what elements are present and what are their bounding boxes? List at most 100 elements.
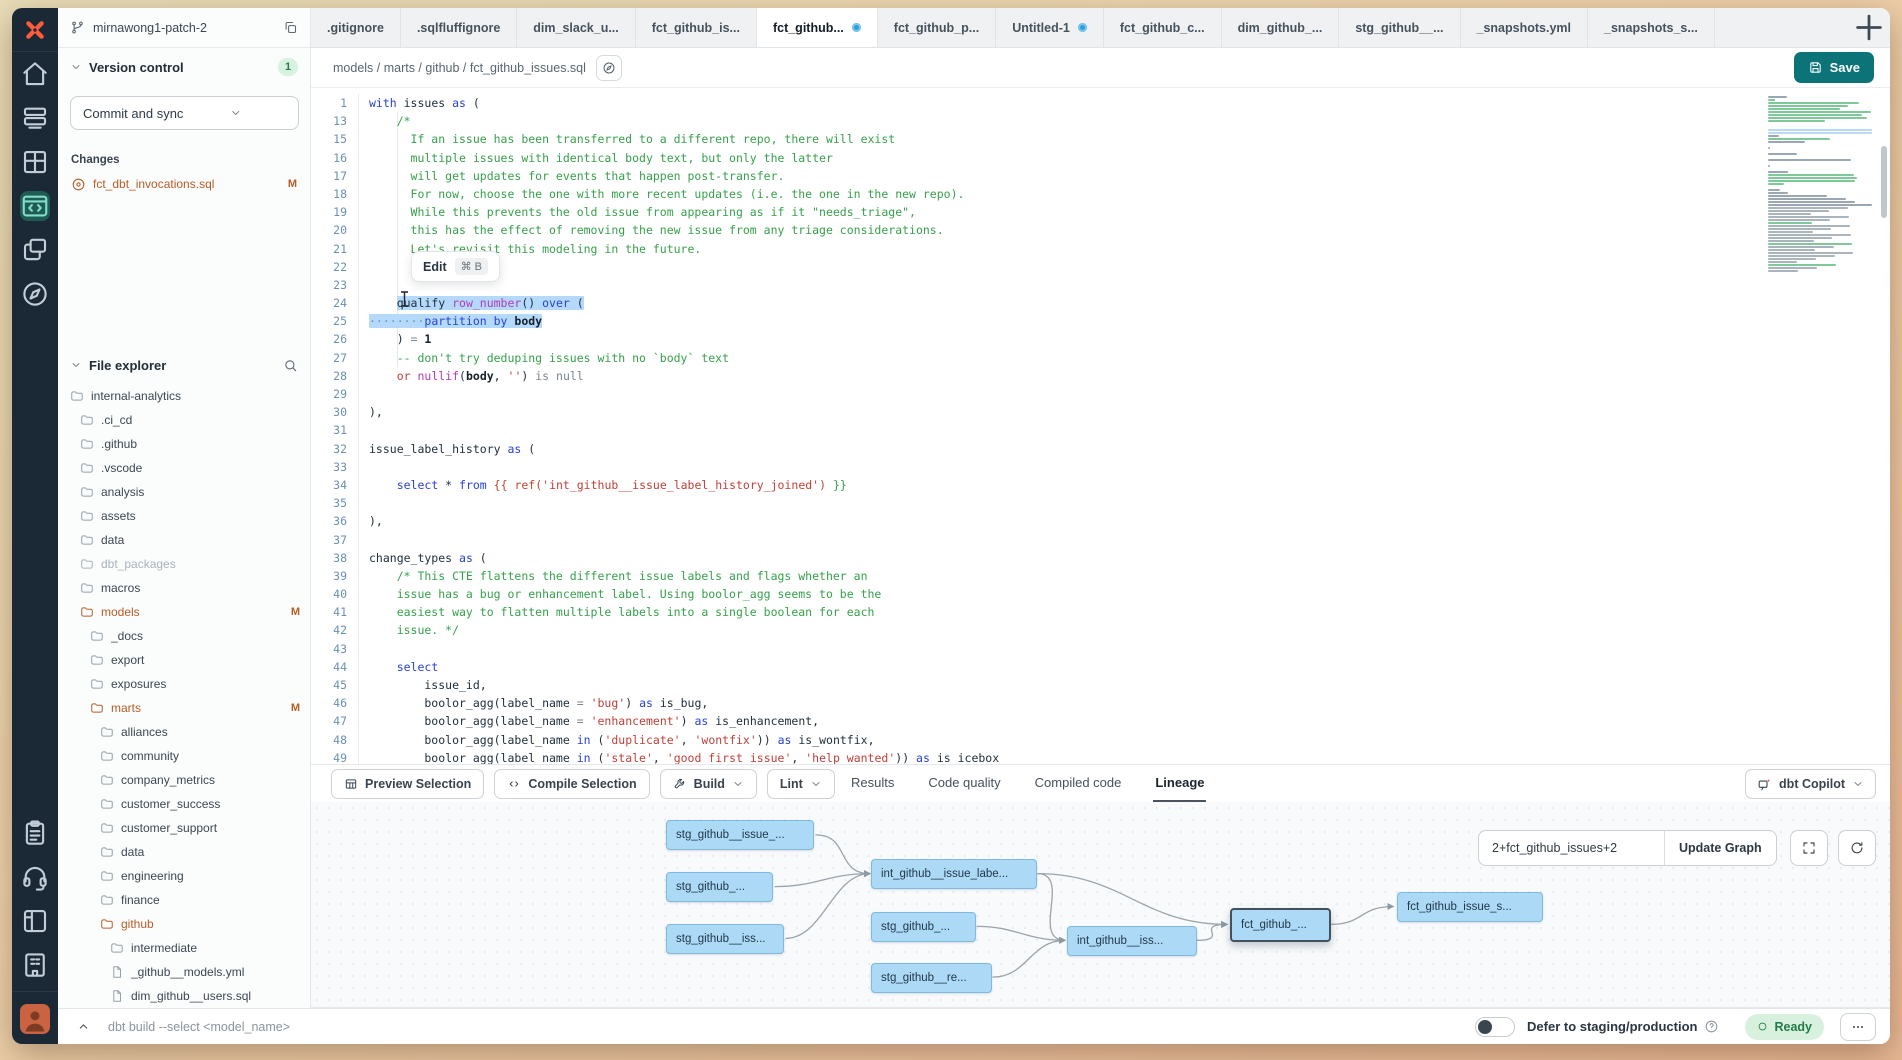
tree-item-data[interactable]: data xyxy=(58,840,310,864)
dbt-copilot-button[interactable]: dbt Copilot xyxy=(1745,769,1876,799)
minimap[interactable] xyxy=(1768,96,1872,306)
code-line[interactable]: 37 xyxy=(311,531,1890,549)
editor-tab-dim_slack_u...[interactable]: dim_slack_u... xyxy=(517,8,635,47)
lineage-node-stg_github__re...[interactable]: stg_github__re... xyxy=(871,963,992,993)
tree-item-community[interactable]: community xyxy=(58,744,310,768)
tree-item-assets[interactable]: assets xyxy=(58,504,310,528)
code-line[interactable]: 20 this has the effect of removing the n… xyxy=(311,221,1890,239)
more-options-button[interactable] xyxy=(1840,1013,1876,1041)
code-line[interactable]: 23 xyxy=(311,276,1890,294)
editor-tab-stg_github__...[interactable]: stg_github__... xyxy=(1339,8,1460,47)
editor-tab-fct_github_p...[interactable]: fct_github_p... xyxy=(878,8,996,47)
collapse-command-bar-button[interactable] xyxy=(72,1016,94,1038)
code-line[interactable]: 45 issue_id, xyxy=(311,676,1890,694)
editor-tab-_snapshots.yml[interactable]: _snapshots.yml xyxy=(1461,8,1588,47)
tree-item-engineering[interactable]: engineering xyxy=(58,864,310,888)
update-graph-button[interactable]: Update Graph xyxy=(1664,831,1776,865)
tree-item-alliances[interactable]: alliances xyxy=(58,720,310,744)
lineage-node-stg_github__iss...[interactable]: stg_github__iss... xyxy=(666,924,784,954)
tree-item-customer_support[interactable]: customer_support xyxy=(58,816,310,840)
lineage-node-int_github__iss...[interactable]: int_github__iss... xyxy=(1067,926,1197,956)
code-line[interactable]: 13 /* xyxy=(311,112,1890,130)
code-line[interactable]: 49 boolor_agg(label_name in ('stale', 'g… xyxy=(311,749,1890,764)
toolbar-button-lint[interactable]: Lint xyxy=(767,769,835,799)
code-line[interactable]: 25········partition by body xyxy=(311,312,1890,330)
user-avatar[interactable] xyxy=(20,1004,50,1034)
file-explorer-header[interactable]: File explorer xyxy=(58,352,310,378)
code-line[interactable]: 26 ) = 1 xyxy=(311,330,1890,348)
tree-item-analysis[interactable]: analysis xyxy=(58,480,310,504)
dbt-logo[interactable] xyxy=(12,8,58,52)
tree-item-customer_success[interactable]: customer_success xyxy=(58,792,310,816)
code-line[interactable]: 48 boolor_agg(label_name in ('duplicate'… xyxy=(311,731,1890,749)
lineage-node-fct_github_issue_s...[interactable]: fct_github_issue_s... xyxy=(1397,892,1543,922)
refresh-graph-button[interactable] xyxy=(1838,830,1876,866)
code-line[interactable]: 28 or nullif(body, '') is null xyxy=(311,367,1890,385)
search-icon[interactable] xyxy=(283,358,298,373)
code-line[interactable]: 31 xyxy=(311,421,1890,439)
editor-tab-.sqlfluffignore[interactable]: .sqlfluffignore xyxy=(401,8,517,47)
code-line[interactable]: 18 For now, choose the one with more rec… xyxy=(311,185,1890,203)
code-line[interactable]: 29 xyxy=(311,385,1890,403)
tree-item-company_metrics[interactable]: company_metrics xyxy=(58,768,310,792)
tree-item-dim_github__users.sql[interactable]: dim_github__users.sql xyxy=(58,984,310,1008)
save-button[interactable]: Save xyxy=(1794,52,1874,83)
changed-file-item[interactable]: fct_dbt_invocations.sql M xyxy=(58,172,310,196)
code-line[interactable]: 43 xyxy=(311,640,1890,658)
defer-toggle[interactable] xyxy=(1475,1017,1515,1037)
editor-scrollbar[interactable] xyxy=(1881,146,1887,218)
editor-tab-_snapshots_s...[interactable]: _snapshots_s... xyxy=(1588,8,1715,47)
lineage-node-stg_github_...[interactable]: stg_github_... xyxy=(871,912,976,942)
code-line[interactable]: 44 select xyxy=(311,658,1890,676)
code-line[interactable]: 36), xyxy=(311,512,1890,530)
rail-item-windows[interactable] xyxy=(12,228,58,272)
panel-tab-lineage[interactable]: Lineage xyxy=(1153,765,1206,803)
rail-item-layers[interactable] xyxy=(12,96,58,140)
code-line[interactable]: 32issue_label_history as ( xyxy=(311,440,1890,458)
editor-tab-fct_github_is...[interactable]: fct_github_is... xyxy=(636,8,757,47)
lineage-node-int_github__issue_labe...[interactable]: int_github__issue_labe... xyxy=(871,859,1037,889)
tree-item-.github[interactable]: .github xyxy=(58,432,310,456)
tree-item-data[interactable]: data xyxy=(58,528,310,552)
code-line[interactable]: 27 -- don't try deduping issues with no … xyxy=(311,349,1890,367)
code-line[interactable]: 40 issue has a bug or enhancement label.… xyxy=(311,585,1890,603)
rail-item-grid[interactable] xyxy=(12,140,58,184)
open-lineage-button[interactable] xyxy=(596,55,622,81)
editor-tab-fct_github...[interactable]: fct_github... xyxy=(757,8,878,47)
panel-tab-results[interactable]: Results xyxy=(849,765,896,803)
tree-item-models[interactable]: modelsM xyxy=(58,600,310,624)
tree-item-intermediate[interactable]: intermediate xyxy=(58,936,310,960)
code-line[interactable]: 24 qualify row_number() over ( xyxy=(311,294,1890,312)
editor-tab-fct_github_c...[interactable]: fct_github_c... xyxy=(1104,8,1222,47)
tree-item-internal-analytics[interactable]: internal-analytics xyxy=(58,384,310,408)
code-line[interactable]: 21 Let's revisit this modeling in the fu… xyxy=(311,240,1890,258)
commit-and-sync-button[interactable]: Commit and sync xyxy=(70,96,299,130)
tree-item-finance[interactable]: finance xyxy=(58,888,310,912)
editor-tab-Untitled-1[interactable]: Untitled-1 xyxy=(996,8,1104,47)
tree-item-_github__models.yml[interactable]: _github__models.yml xyxy=(58,960,310,984)
rail-item-home[interactable] xyxy=(12,52,58,96)
tree-item-exposures[interactable]: exposures xyxy=(58,672,310,696)
edit-tooltip-label[interactable]: Edit xyxy=(423,260,447,274)
code-line[interactable]: 41 easiest way to flatten multiple label… xyxy=(311,603,1890,621)
lineage-node-stg_github_...[interactable]: stg_github_... xyxy=(666,872,773,902)
version-control-header[interactable]: Version control 1 xyxy=(58,54,310,80)
code-line[interactable]: 30), xyxy=(311,403,1890,421)
help-icon[interactable] xyxy=(1704,1019,1719,1034)
fullscreen-button[interactable] xyxy=(1790,830,1828,866)
command-input[interactable]: dbt build --select <model_name> xyxy=(108,1020,1475,1034)
code-line[interactable]: 46 boolor_agg(label_name = 'bug') as is_… xyxy=(311,694,1890,712)
code-line[interactable]: 38change_types as ( xyxy=(311,549,1890,567)
lineage-node-fct_github_...[interactable]: fct_github_... xyxy=(1230,908,1331,942)
tree-item-macros[interactable]: macros xyxy=(58,576,310,600)
new-tab-button[interactable] xyxy=(1848,8,1890,47)
code-line[interactable]: 42 issue. */ xyxy=(311,621,1890,639)
code-line[interactable]: 39 /* This CTE flattens the different is… xyxy=(311,567,1890,585)
tree-item-export[interactable]: export xyxy=(58,648,310,672)
editor-tab-dim_github_...[interactable]: dim_github_... xyxy=(1222,8,1340,47)
tree-item-.ci_cd[interactable]: .ci_cd xyxy=(58,408,310,432)
editor-tab-.gitignore[interactable]: .gitignore xyxy=(311,8,401,47)
toolbar-button-build[interactable]: Build xyxy=(660,769,757,799)
code-line[interactable]: 15 If an issue has been transferred to a… xyxy=(311,130,1890,148)
code-line[interactable]: 35 xyxy=(311,494,1890,512)
